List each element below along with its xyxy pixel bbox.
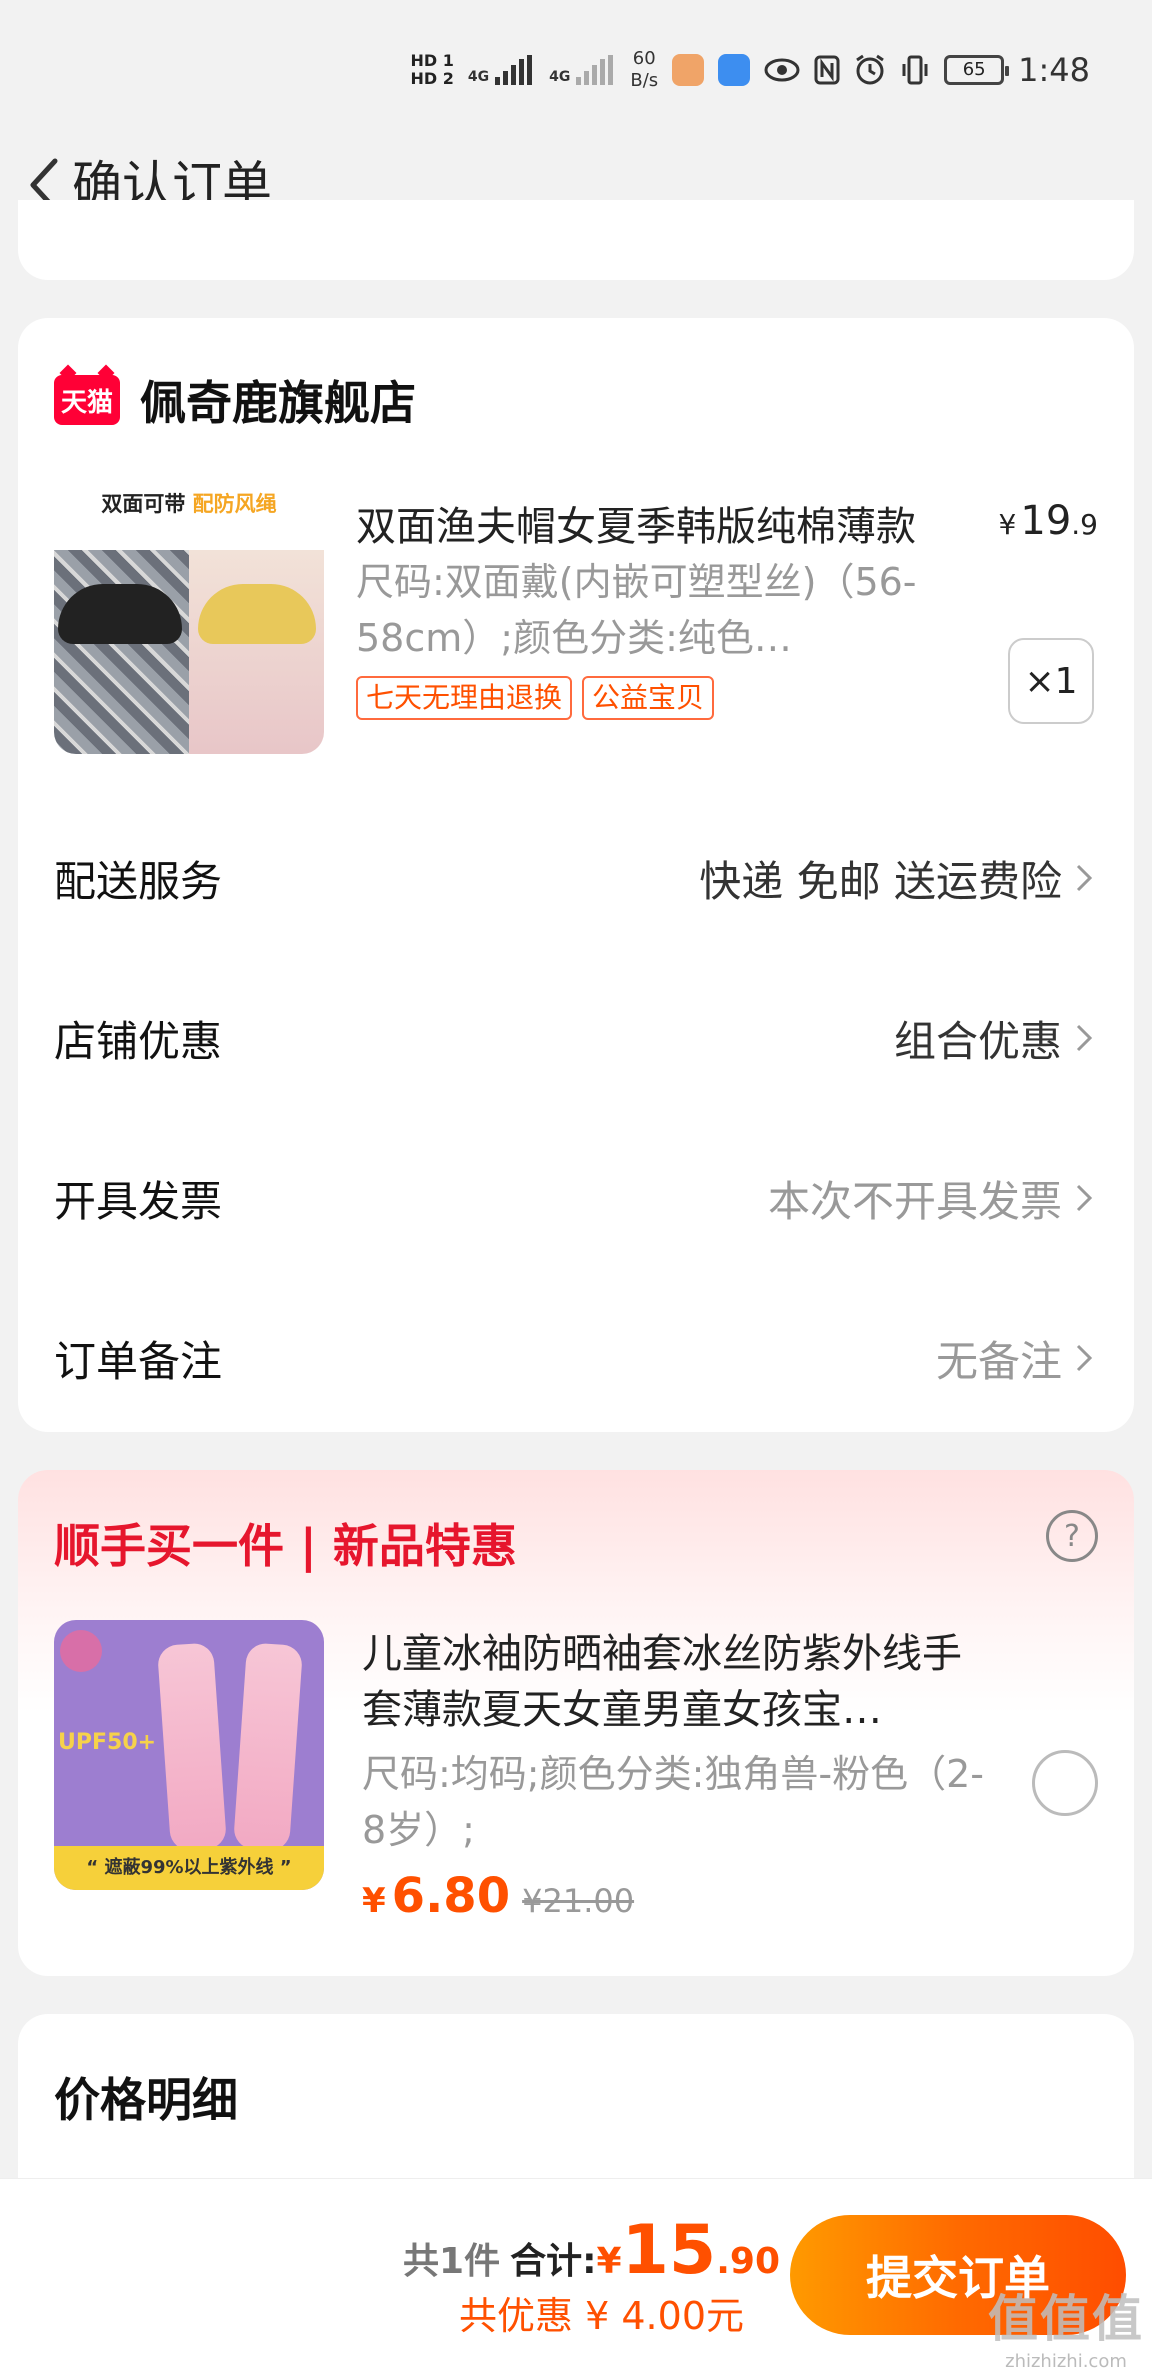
brand-badge (60, 1630, 102, 1672)
chevron-right-icon (1074, 1180, 1098, 1216)
option-value: 快递 免邮 送运费险 (699, 848, 1098, 909)
model-right-photo (189, 550, 324, 754)
option-label: 配送服务 (54, 856, 223, 906)
chevron-right-icon (1074, 1340, 1098, 1376)
sim1-label: HD 1 (410, 51, 454, 70)
product-image-banner: 双面可带 配防风绳 (54, 484, 324, 554)
product-sku[interactable]: 尺码:双面戴(内嵌可塑型丝)（56-58cm）;颜色分类:纯色… (356, 554, 956, 666)
option-value: 本次不开具发票 (768, 1168, 1098, 1229)
speed-unit: B/s (630, 70, 659, 91)
option-value-text: 组合优惠 (893, 1016, 1062, 1066)
option-delivery[interactable]: 配送服务 快递 免邮 送运费险 (18, 818, 1134, 938)
upsell-product-image[interactable]: UPF50+ “ 遮蔽99%以上紫外线 ” (54, 1620, 324, 1890)
price-value: 6.80 (391, 1868, 511, 1924)
upf-label: UPF50+ (58, 1730, 157, 1755)
speed-value: 60 (632, 48, 656, 69)
item-count: 共1件 (403, 2241, 501, 2282)
option-value-text: 无备注 (935, 1336, 1062, 1386)
signal-2: 4G (549, 55, 616, 85)
upsell-select-radio[interactable] (1032, 1750, 1098, 1816)
nfc-icon (814, 55, 840, 85)
chevron-right-icon (1074, 1020, 1098, 1056)
alarm-icon (856, 54, 884, 85)
total-int: 15 (621, 2211, 717, 2290)
chevron-right-icon (1074, 860, 1098, 896)
upsell-current-price: ¥6.80 (362, 1868, 510, 1924)
network-speed: 60 B/s (630, 48, 658, 92)
discount-total: 共优惠 ¥ 4.00元 (459, 2294, 744, 2338)
option-value: 无备注 (936, 1328, 1098, 1389)
uv-strip: “ 遮蔽99%以上紫外线 ” (54, 1846, 324, 1890)
total-label: 合计: (510, 2241, 597, 2282)
option-store-discount[interactable]: 店铺优惠 组合优惠 (18, 978, 1134, 1098)
banner-text: 双面可带 (101, 492, 186, 516)
yellow-hat-shape (198, 584, 316, 644)
price-int: 19 (1020, 498, 1072, 544)
cloud-app-icon (718, 54, 751, 86)
tag-charity: 公益宝贝 (582, 676, 715, 720)
option-order-note[interactable]: 订单备注 无备注 (18, 1298, 1134, 1418)
product-image[interactable]: 双面可带 配防风绳 (54, 484, 324, 754)
order-card: 天猫 佩奇鹿旗舰店 双面可带 配防风绳 双面渔夫帽女夏季韩版纯棉薄款 ¥19.9… (18, 318, 1134, 1432)
clock: 1:48 (1018, 51, 1090, 89)
signal-bars-icon (491, 55, 535, 85)
sleeve-left-shape (156, 1642, 228, 1852)
upsell-price: ¥6.80 ¥21.00 (362, 1868, 634, 1924)
price-dec: .9 (1071, 508, 1098, 541)
watermark-sub: zhizhizhi.com (1005, 2351, 1127, 2372)
upsell-item-sku: 尺码:均码;颜色分类:独角兽-粉色（2-8岁）; (362, 1752, 985, 1852)
status-bar: HD 1 HD 2 4G 4G 60 B/s 65 1:48 (0, 0, 1152, 130)
signal-1: 4G (468, 55, 535, 85)
help-icon[interactable]: ? (1046, 1510, 1098, 1562)
price-detail-title: 价格明细 (54, 2073, 238, 2127)
total-symbol: ¥ (596, 2241, 622, 2282)
model-left-photo (54, 550, 189, 754)
option-label: 开具发票 (54, 1176, 223, 1226)
signal-bars-icon (572, 55, 616, 85)
option-label: 店铺优惠 (54, 1016, 223, 1066)
option-invoice[interactable]: 开具发票 本次不开具发票 (18, 1138, 1134, 1258)
upsell-card: 顺手买一件 | 新品特惠 ? UPF50+ “ 遮蔽99%以上紫外线 ” 儿童冰… (18, 1470, 1134, 1976)
tmall-logo-icon: 天猫 (54, 375, 120, 425)
site-watermark: 值值值 zhizhizhi.com (988, 2279, 1144, 2372)
checkout-bar: 共1件 合计: ¥ 15 .90 共优惠 ¥ 4.00元 提交订单 值值值 zh… (0, 2178, 1152, 2376)
store-header[interactable]: 天猫 佩奇鹿旗舰店 (54, 370, 416, 430)
sleeve-right-shape (232, 1642, 304, 1852)
option-value-text: 快递 免邮 送运费险 (699, 856, 1062, 906)
address-card-bottom (18, 200, 1134, 280)
option-value-text: 本次不开具发票 (767, 1176, 1062, 1226)
upsell-original-price: ¥21.00 (522, 1882, 635, 1920)
eye-icon (764, 58, 800, 82)
total-line: 共1件 合计: ¥ 15 .90 (403, 2211, 780, 2290)
sim-indicator: HD 1 HD 2 (411, 52, 454, 88)
total-dec: .90 (716, 2241, 780, 2282)
vibrate-icon (902, 55, 928, 85)
message-app-icon (672, 54, 705, 86)
product-title[interactable]: 双面渔夫帽女夏季韩版纯棉薄款 (356, 494, 996, 552)
battery-indicator: 65 (944, 55, 1010, 85)
upsell-item-title[interactable]: 儿童冰袖防晒袖套冰丝防紫外线手套薄款夏天女童男童女孩宝… (362, 1626, 982, 1738)
banner-highlight: 配防风绳 (192, 492, 277, 516)
net1-label: 4G (467, 69, 490, 85)
product-price: ¥19.9 (999, 498, 1098, 544)
upsell-title: 顺手买一件 | 新品特惠 (54, 1519, 517, 1573)
tag-return: 七天无理由退换 (356, 676, 573, 720)
store-name: 佩奇鹿旗舰店 (140, 376, 416, 430)
product-tags: 七天无理由退换 公益宝贝 (356, 676, 715, 720)
black-hat-shape (58, 584, 182, 644)
quantity-stepper[interactable]: ×1 (1008, 638, 1094, 724)
price-symbol: ¥ (362, 1881, 386, 1921)
option-value: 组合优惠 (894, 1008, 1098, 1069)
price-symbol: ¥ (998, 508, 1017, 541)
watermark-main: 值值值 (988, 2290, 1144, 2348)
status-icons: HD 1 HD 2 4G 4G 60 B/s 65 1:48 (411, 40, 1091, 100)
net2-label: 4G (549, 69, 571, 85)
option-label: 订单备注 (54, 1336, 223, 1386)
sim2-label: HD 2 (410, 69, 454, 88)
